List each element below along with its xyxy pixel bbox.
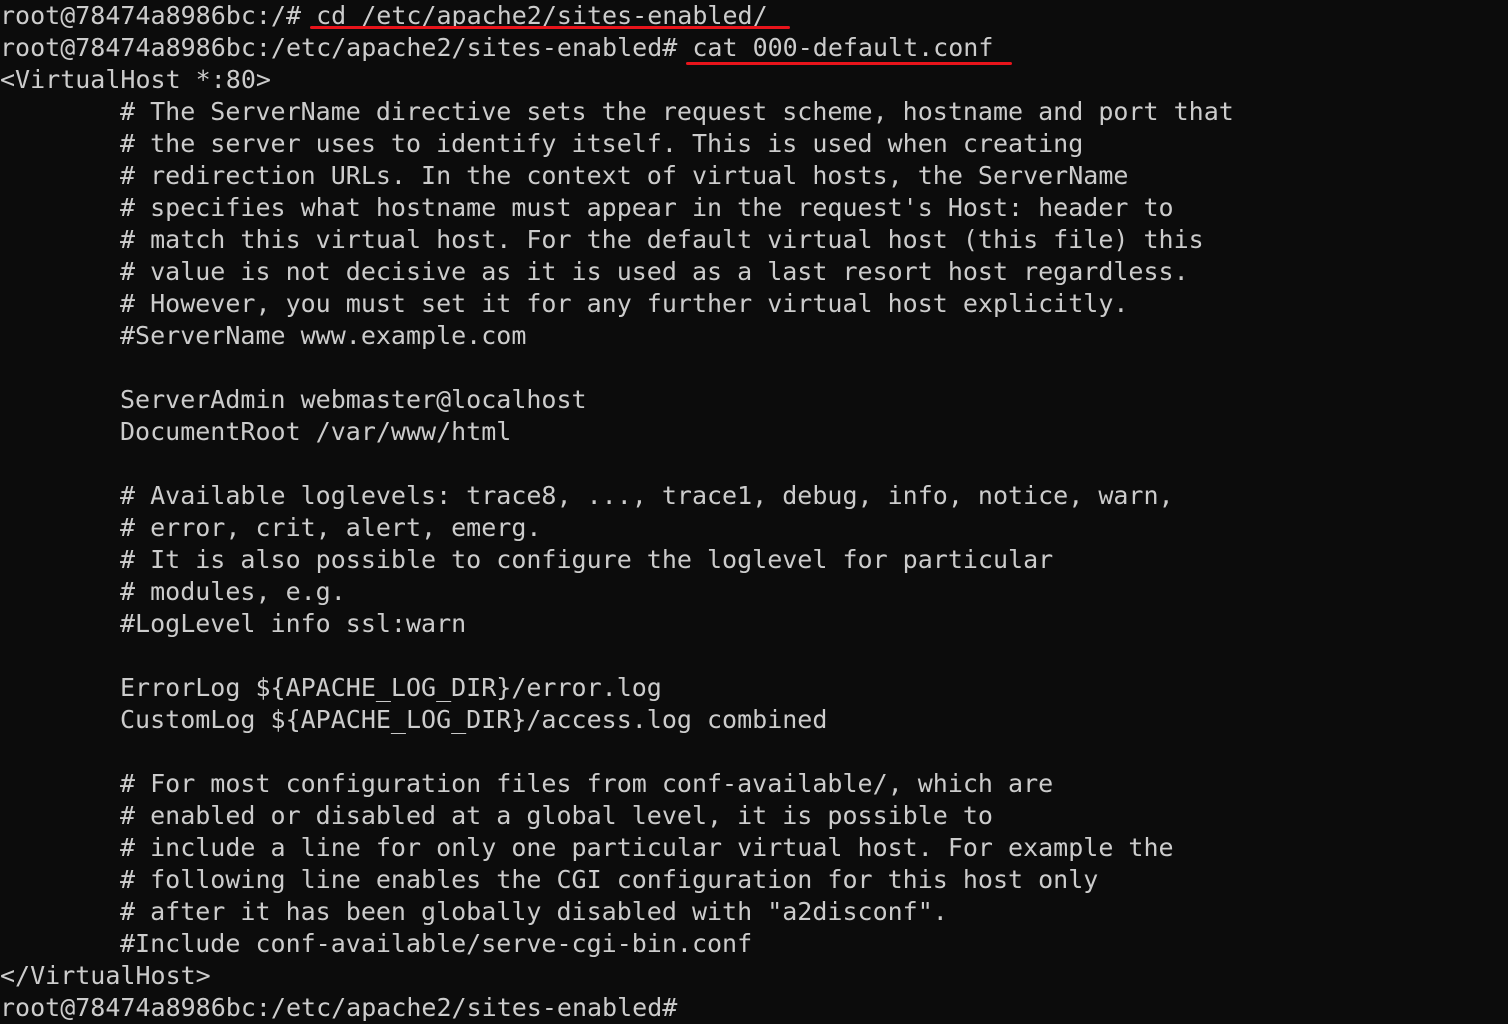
vhost-close-tag: </VirtualHost> (0, 961, 211, 990)
config-line: #Include conf-available/serve-cgi-bin.co… (120, 929, 753, 958)
config-line: # For most configuration files from conf… (120, 769, 1054, 798)
config-line: # However, you must set it for any furth… (120, 289, 1129, 318)
config-line: ServerAdmin webmaster@localhost (120, 385, 587, 414)
config-line: #LogLevel info ssl:warn (120, 609, 467, 638)
config-line: #ServerName www.example.com (120, 321, 527, 350)
config-line: # It is also possible to configure the l… (120, 545, 1054, 574)
config-line: # redirection URLs. In the context of vi… (120, 161, 1129, 190)
config-line: # enabled or disabled at a global level,… (120, 801, 993, 830)
config-line: # modules, e.g. (120, 577, 346, 606)
config-line (0, 736, 1508, 768)
config-line: # The ServerName directive sets the requ… (120, 97, 1234, 126)
config-line: # following line enables the CGI configu… (120, 865, 1099, 894)
config-line: DocumentRoot /var/www/html (120, 417, 512, 446)
config-line: # include a line for only one particular… (120, 833, 1174, 862)
shell-prompt: root@78474a8986bc:/# (0, 1, 317, 30)
config-line: # match this virtual host. For the defau… (120, 225, 1204, 254)
command-text: cat 000-default.conf (692, 33, 994, 62)
final-shell-prompt[interactable]: root@78474a8986bc:/etc/apache2/sites-ena… (0, 992, 1508, 1024)
vhost-open-tag: <VirtualHost *:80> (0, 65, 271, 94)
config-line: # the server uses to identify itself. Th… (120, 129, 1084, 158)
config-line: # Available loglevels: trace8, ..., trac… (120, 481, 1174, 510)
config-line: # specifies what hostname must appear in… (120, 193, 1174, 222)
command-line-cat: root@78474a8986bc:/etc/apache2/sites-ena… (0, 32, 1508, 64)
config-line (0, 448, 1508, 480)
config-line: # error, crit, alert, emerg. (120, 513, 542, 542)
annotation-underline-cat (686, 62, 1012, 65)
config-line: # value is not decisive as it is used as… (120, 257, 1189, 286)
config-line: # after it has been globally disabled wi… (120, 897, 948, 926)
config-line: ErrorLog ${APACHE_LOG_DIR}/error.log (120, 673, 662, 702)
annotation-underline-cd (310, 26, 790, 29)
shell-prompt: root@78474a8986bc:/etc/apache2/sites-ena… (0, 33, 693, 62)
config-line (0, 640, 1508, 672)
config-line (0, 352, 1508, 384)
terminal-window[interactable]: root@78474a8986bc:/# cd /etc/apache2/sit… (0, 0, 1508, 1023)
config-line: CustomLog ${APACHE_LOG_DIR}/access.log c… (120, 705, 828, 734)
